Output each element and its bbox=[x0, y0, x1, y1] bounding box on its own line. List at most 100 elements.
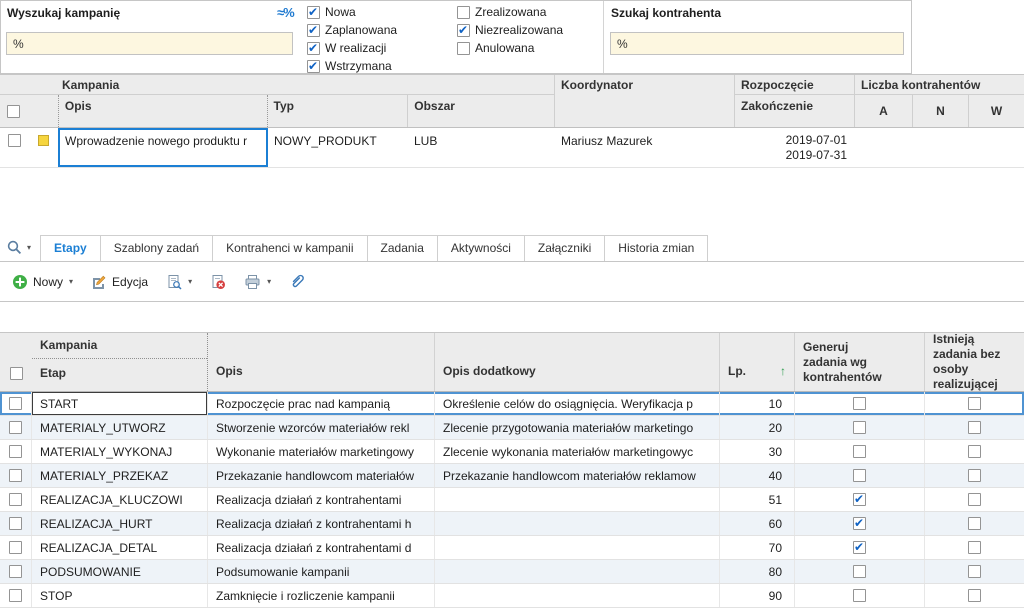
tab-aktywnosci[interactable]: Aktywności bbox=[437, 235, 525, 261]
etap-cell[interactable]: MATERIALY_PRZEKAZ bbox=[32, 464, 208, 487]
status-filter-nowa[interactable]: Nowa bbox=[307, 5, 356, 19]
column-header-etap: Etap bbox=[32, 359, 207, 391]
generuj-checkbox[interactable] bbox=[853, 469, 866, 482]
generuj-checkbox[interactable] bbox=[853, 589, 866, 602]
etap-cell-text: REALIZACJA_HURT bbox=[40, 517, 152, 531]
etap-cell[interactable]: STOP bbox=[32, 584, 208, 607]
row-checkbox[interactable] bbox=[9, 397, 22, 410]
istnieja-checkbox[interactable] bbox=[968, 493, 981, 506]
edit-button[interactable]: Edycja bbox=[83, 269, 156, 295]
contractor-search-input[interactable] bbox=[610, 32, 904, 55]
column-header-a[interactable]: A bbox=[855, 95, 912, 127]
etapy-row[interactable]: PODSUMOWANIE Podsumowanie kampanii 80 bbox=[0, 560, 1024, 584]
row-checkbox[interactable] bbox=[9, 493, 22, 506]
status-filter-niezrealizowana[interactable]: Niezrealizowana bbox=[457, 23, 563, 37]
generuj-checkbox[interactable] bbox=[853, 517, 866, 530]
etapy-row[interactable]: MATERIALY_UTWORZ Stworzenie wzorców mate… bbox=[0, 416, 1024, 440]
etap-cell[interactable]: REALIZACJA_DETAL bbox=[32, 536, 208, 559]
print-button[interactable]: ▾ bbox=[236, 269, 279, 295]
etapy-row[interactable]: START Rozpoczęcie prac nad kampanią Okre… bbox=[0, 392, 1024, 416]
row-checkbox[interactable] bbox=[8, 134, 21, 147]
istnieja-checkbox[interactable] bbox=[968, 445, 981, 458]
column-header-istnieja-zadania[interactable]: Istnieją zadania bez osoby realizującej bbox=[925, 333, 1024, 391]
column-header-generuj-zadania[interactable]: Generuj zadania wg kontrahentów bbox=[795, 333, 925, 391]
tab-zalaczniki[interactable]: Załączniki bbox=[524, 235, 605, 261]
row-checkbox[interactable] bbox=[9, 445, 22, 458]
lp-header-label: Lp. bbox=[728, 364, 746, 378]
generuj-checkbox[interactable] bbox=[853, 541, 866, 554]
etap-cell[interactable]: MATERIALY_WYKONAJ bbox=[32, 440, 208, 463]
etapy-row[interactable]: STOP Zamknięcie i rozliczenie kampanii 9… bbox=[0, 584, 1024, 608]
etap-cell[interactable]: START bbox=[32, 392, 208, 415]
row-checkbox[interactable] bbox=[9, 589, 22, 602]
campaign-opis-cell[interactable]: Wprowadzenie nowego produktu r bbox=[58, 128, 268, 167]
istnieja-checkbox[interactable] bbox=[968, 421, 981, 434]
column-header-opis-dodatkowy[interactable]: Opis dodatkowy bbox=[435, 333, 720, 391]
tab-zadania[interactable]: Zadania bbox=[367, 235, 438, 261]
column-header-n[interactable]: N bbox=[912, 95, 968, 127]
status-filter-zaplanowana[interactable]: Zaplanowana bbox=[307, 23, 397, 37]
new-button[interactable]: Nowy ▾ bbox=[4, 269, 81, 295]
opis-cell: Realizacja działań z kontrahentami h bbox=[208, 512, 435, 535]
lp-cell: 60 bbox=[720, 512, 795, 535]
column-header-opis[interactable]: Opis bbox=[208, 333, 435, 391]
etap-cell[interactable]: MATERIALY_UTWORZ bbox=[32, 416, 208, 439]
istnieja-checkbox[interactable] bbox=[968, 541, 981, 554]
istnieja-checkbox[interactable] bbox=[968, 517, 981, 530]
istnieja-checkbox[interactable] bbox=[968, 469, 981, 482]
etapy-row[interactable]: MATERIALY_PRZEKAZ Przekazanie handlowcom… bbox=[0, 464, 1024, 488]
tab-szablony-zadan[interactable]: Szablony zadań bbox=[100, 235, 213, 261]
campaign-row[interactable]: Wprowadzenie nowego produktu r NOWY_PROD… bbox=[0, 128, 1024, 168]
campaign-grid-empty-area bbox=[0, 168, 1024, 236]
etapy-row[interactable]: REALIZACJA_HURT Realizacja działań z kon… bbox=[0, 512, 1024, 536]
tab-historia-zmian[interactable]: Historia zmian bbox=[604, 235, 708, 261]
generuj-checkbox[interactable] bbox=[853, 493, 866, 506]
column-header-typ[interactable]: Typ bbox=[268, 95, 408, 127]
row-checkbox[interactable] bbox=[9, 565, 22, 578]
generuj-checkbox[interactable] bbox=[853, 397, 866, 410]
column-header-w[interactable]: W bbox=[968, 95, 1024, 127]
generuj-cell bbox=[795, 488, 925, 511]
column-header-obszar[interactable]: Obszar bbox=[407, 95, 554, 127]
campaign-search-input[interactable] bbox=[6, 32, 293, 55]
delete-button[interactable] bbox=[202, 269, 234, 295]
column-header-lp[interactable]: Lp. ↑ bbox=[720, 333, 795, 391]
generuj-checkbox[interactable] bbox=[853, 565, 866, 578]
etap-cell[interactable]: REALIZACJA_KLUCZOWI bbox=[32, 488, 208, 511]
row-checkbox[interactable] bbox=[9, 541, 22, 554]
tab-kontrahenci-w-kampanii[interactable]: Kontrahenci w kampanii bbox=[212, 235, 367, 261]
band-header-liczba-kontrahentow[interactable]: Liczba kontrahentów bbox=[855, 75, 1024, 95]
column-header-rozpoczecie[interactable]: Rozpoczęcie bbox=[735, 75, 854, 95]
column-header-koordynator[interactable]: Koordynator bbox=[555, 75, 735, 127]
etap-cell[interactable]: PODSUMOWANIE bbox=[32, 560, 208, 583]
etap-cell[interactable]: REALIZACJA_HURT bbox=[32, 512, 208, 535]
campaign-band-header[interactable]: Kampania bbox=[0, 75, 554, 95]
column-header-zakonczenie[interactable]: Zakończenie bbox=[735, 95, 854, 117]
etapy-row[interactable]: REALIZACJA_DETAL Realizacja działań z ko… bbox=[0, 536, 1024, 560]
status-filter-anulowana[interactable]: Anulowana bbox=[457, 41, 534, 55]
etapy-row[interactable]: MATERIALY_WYKONAJ Wykonanie materiałów m… bbox=[0, 440, 1024, 464]
select-all-checkbox[interactable] bbox=[10, 367, 23, 380]
row-checkbox[interactable] bbox=[9, 469, 22, 482]
istnieja-checkbox[interactable] bbox=[968, 565, 981, 578]
magnifier-icon bbox=[6, 239, 23, 256]
status-filter-zrealizowana[interactable]: Zrealizowana bbox=[457, 5, 546, 19]
header-line: zadania bez bbox=[933, 347, 1000, 362]
etap-cell-text: START bbox=[40, 397, 78, 411]
column-header-opis[interactable]: Opis bbox=[58, 95, 268, 127]
attachment-button[interactable] bbox=[281, 268, 314, 295]
grid-search-tool-button[interactable]: ▾ bbox=[4, 237, 41, 261]
generuj-checkbox[interactable] bbox=[853, 421, 866, 434]
generuj-checkbox[interactable] bbox=[853, 445, 866, 458]
istnieja-checkbox[interactable] bbox=[968, 397, 981, 410]
status-filter-wstrzymana[interactable]: Wstrzymana bbox=[307, 59, 392, 73]
row-checkbox[interactable] bbox=[9, 517, 22, 530]
etapy-row[interactable]: REALIZACJA_KLUCZOWI Realizacja działań z… bbox=[0, 488, 1024, 512]
status-filter-w-realizacji[interactable]: W realizacji bbox=[307, 41, 386, 55]
column-header-etap-group[interactable]: Kampania Etap bbox=[32, 333, 208, 391]
tab-etapy[interactable]: Etapy bbox=[40, 235, 101, 261]
row-checkbox[interactable] bbox=[9, 421, 22, 434]
preview-button[interactable]: ▾ bbox=[158, 269, 200, 295]
select-all-checkbox[interactable] bbox=[7, 105, 20, 118]
istnieja-checkbox[interactable] bbox=[968, 589, 981, 602]
